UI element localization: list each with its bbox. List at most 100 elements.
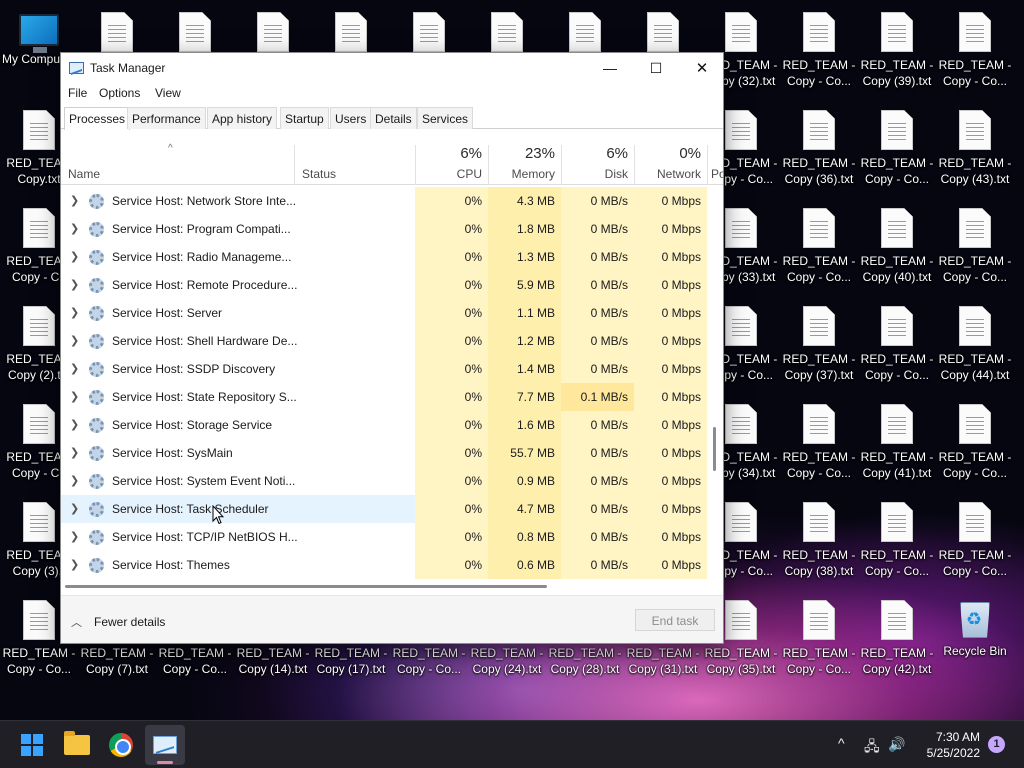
process-network: 0 Mbps: [634, 383, 707, 411]
desktop-file-icon[interactable]: RED_TEAM - Copy - Co...: [936, 396, 1014, 492]
desktop-file-icon[interactable]: RED_TEAM - Copy (44).txt: [936, 298, 1014, 394]
process-network: 0 Mbps: [634, 187, 707, 215]
menu-options[interactable]: Options: [99, 86, 140, 100]
title-bar[interactable]: Task Manager — ☐ ✕: [61, 53, 723, 83]
column-network[interactable]: Network: [634, 167, 701, 181]
desktop-file-icon[interactable]: RED_TEAM - Copy (37).txt: [780, 298, 858, 394]
task-manager-taskbar-button[interactable]: [145, 725, 185, 765]
desktop-file-icon[interactable]: RED_TEAM - Copy - Co...: [780, 200, 858, 296]
process-name: Service Host: Server: [112, 306, 223, 320]
process-row[interactable]: ❯ Service Host: Server 0% 1.1 MB 0 MB/s 0 Mbp…: [61, 299, 709, 327]
expand-chevron-icon[interactable]: ❯: [70, 222, 79, 235]
horizontal-scrollbar[interactable]: [65, 585, 705, 589]
expand-chevron-icon[interactable]: ❯: [70, 362, 79, 375]
column-cpu[interactable]: CPU: [415, 167, 482, 181]
process-row[interactable]: ❯ Service Host: System Event Noti... 0% 0.9…: [61, 467, 709, 495]
desktop-file-icon[interactable]: RED_TEAM - Copy - Co...: [936, 200, 1014, 296]
desktop-icon-label: RED_TEAM - Copy (41).txt: [860, 450, 934, 480]
vertical-scrollbar[interactable]: [713, 187, 717, 579]
fewer-details-button[interactable]: ︿ Fewer details: [71, 614, 165, 630]
desktop-file-icon[interactable]: RED_TEAM - Copy (42).txt: [858, 592, 936, 688]
desktop-file-icon[interactable]: RED_TEAM - Copy (38).txt: [780, 494, 858, 590]
process-row[interactable]: ❯ Service Host: State Repository S... 0% 7.…: [61, 383, 709, 411]
tab-performance[interactable]: Performance: [127, 107, 206, 129]
expand-chevron-icon[interactable]: ❯: [70, 502, 79, 515]
notification-badge[interactable]: 1: [988, 736, 1005, 753]
file-explorer-button[interactable]: [57, 725, 97, 765]
process-row[interactable]: ❯ Service Host: TCP/IP NetBIOS H... 0% 0.8 …: [61, 523, 709, 551]
clock[interactable]: 7:30 AM 5/25/2022: [912, 729, 980, 761]
column-power[interactable]: Po: [711, 167, 723, 181]
column-divider[interactable]: [294, 145, 295, 185]
desktop-file-icon[interactable]: RED_TEAM - Copy - Co...: [936, 494, 1014, 590]
tab-app-history[interactable]: App history: [207, 107, 278, 129]
process-name: Service Host: SSDP Discovery: [112, 362, 276, 376]
column-disk[interactable]: Disk: [561, 167, 628, 181]
tab-startup[interactable]: Startup: [280, 107, 329, 129]
process-row[interactable]: ❯ Service Host: Storage Service 0% 1.6 MB 0 …: [61, 411, 709, 439]
process-row[interactable]: ❯ Service Host: Program Compati... 0% 1.8 M…: [61, 215, 709, 243]
expand-chevron-icon[interactable]: ❯: [70, 418, 79, 431]
service-gear-icon: [89, 390, 104, 405]
expand-chevron-icon[interactable]: ❯: [70, 558, 79, 571]
desktop-file-icon[interactable]: RED_TEAM - Copy (36).txt: [780, 102, 858, 198]
process-row[interactable]: ❯ Service Host: SysMain 0% 55.7 MB 0 MB/s 0 M…: [61, 439, 709, 467]
network-icon[interactable]: 🖧: [864, 736, 880, 760]
desktop-file-icon[interactable]: RED_TEAM - Copy (43).txt: [936, 102, 1014, 198]
tab-users[interactable]: Users: [330, 107, 372, 129]
desktop-file-icon[interactable]: RED_TEAM - Copy - Co...: [858, 298, 936, 394]
process-row[interactable]: ❯ Service Host: Shell Hardware De... 0% 1.2…: [61, 327, 709, 355]
desktop-file-icon[interactable]: RED_TEAM - Copy (40).txt: [858, 200, 936, 296]
chrome-button[interactable]: [101, 725, 141, 765]
desktop-file-icon[interactable]: RED_TEAM - Copy - Co...: [780, 4, 858, 100]
close-button[interactable]: ✕: [679, 53, 725, 83]
desktop-file-icon[interactable]: RED_TEAM - Copy (41).txt: [858, 396, 936, 492]
expand-chevron-icon[interactable]: ❯: [70, 390, 79, 403]
expand-chevron-icon[interactable]: ❯: [70, 306, 79, 319]
column-name[interactable]: Name: [68, 167, 100, 181]
process-network: 0 Mbps: [634, 551, 707, 579]
expand-chevron-icon[interactable]: ❯: [70, 250, 79, 263]
menu-file[interactable]: File: [68, 86, 87, 100]
process-row[interactable]: ❯ Service Host: Network Store Inte... 0% 4.…: [61, 187, 709, 215]
process-row[interactable]: ❯ Service Host: Remote Procedure... 0% 5.9 …: [61, 271, 709, 299]
expand-chevron-icon[interactable]: ❯: [70, 278, 79, 291]
tab-services[interactable]: Services: [417, 107, 474, 129]
end-task-button[interactable]: End task: [635, 609, 715, 631]
desktop-file-icon[interactable]: RED_TEAM - Copy - Co...: [858, 102, 936, 198]
column-memory[interactable]: Memory: [488, 167, 555, 181]
expand-chevron-icon[interactable]: ❯: [70, 334, 79, 347]
process-row[interactable]: ❯ Service Host: Radio Manageme... 0% 1.3 MB…: [61, 243, 709, 271]
expand-chevron-icon[interactable]: ❯: [70, 194, 79, 207]
column-divider[interactable]: [707, 145, 708, 185]
desktop-file-icon[interactable]: RED_TEAM - Copy - Co...: [858, 494, 936, 590]
desktop-file-icon[interactable]: RED_TEAM - Copy - Co...: [780, 396, 858, 492]
show-hidden-icons-chevron-icon[interactable]: ^: [838, 735, 845, 751]
process-network: 0 Mbps: [634, 467, 707, 495]
tab-processes[interactable]: Processes: [64, 107, 131, 130]
vertical-scrollbar-thumb[interactable]: [713, 427, 716, 471]
desktop-file-icon[interactable]: RED_TEAM - Copy (39).txt: [858, 4, 936, 100]
process-disk: 0 MB/s: [561, 187, 634, 215]
column-status[interactable]: Status: [302, 167, 336, 181]
minimize-button[interactable]: —: [587, 53, 633, 83]
task-manager-window[interactable]: Task Manager — ☐ ✕ File Options View Pro…: [60, 52, 724, 644]
process-row[interactable]: ❯ Service Host: SSDP Discovery 0% 1.4 MB 0 M…: [61, 355, 709, 383]
start-button[interactable]: [12, 725, 52, 765]
expand-chevron-icon[interactable]: ❯: [70, 474, 79, 487]
text-file-icon: [881, 600, 913, 640]
expand-chevron-icon[interactable]: ❯: [70, 530, 79, 543]
process-row[interactable]: ❯ Service Host: Themes 0% 0.6 MB 0 MB/s 0 Mbp…: [61, 551, 709, 579]
expand-chevron-icon[interactable]: ❯: [70, 446, 79, 459]
tab-details[interactable]: Details: [370, 107, 417, 129]
desktop-file-icon[interactable]: RED_TEAM - Copy - Co...: [936, 4, 1014, 100]
process-disk: 0 MB/s: [561, 299, 634, 327]
horizontal-scrollbar-thumb[interactable]: [65, 585, 547, 588]
process-list[interactable]: ❯ Service Host: Network Store Inte... 0% 4.…: [61, 187, 709, 579]
desktop-file-icon[interactable]: RED_TEAM - Copy - Co...: [780, 592, 858, 688]
volume-icon[interactable]: 🔊: [888, 736, 905, 753]
maximize-button[interactable]: ☐: [633, 53, 679, 83]
process-row[interactable]: ❯ Service Host: Task Scheduler 0% 4.7 MB 0 M…: [61, 495, 709, 523]
menu-view[interactable]: View: [155, 86, 181, 100]
desktop-icon-recycle-bin[interactable]: Recycle Bin: [936, 592, 1014, 688]
